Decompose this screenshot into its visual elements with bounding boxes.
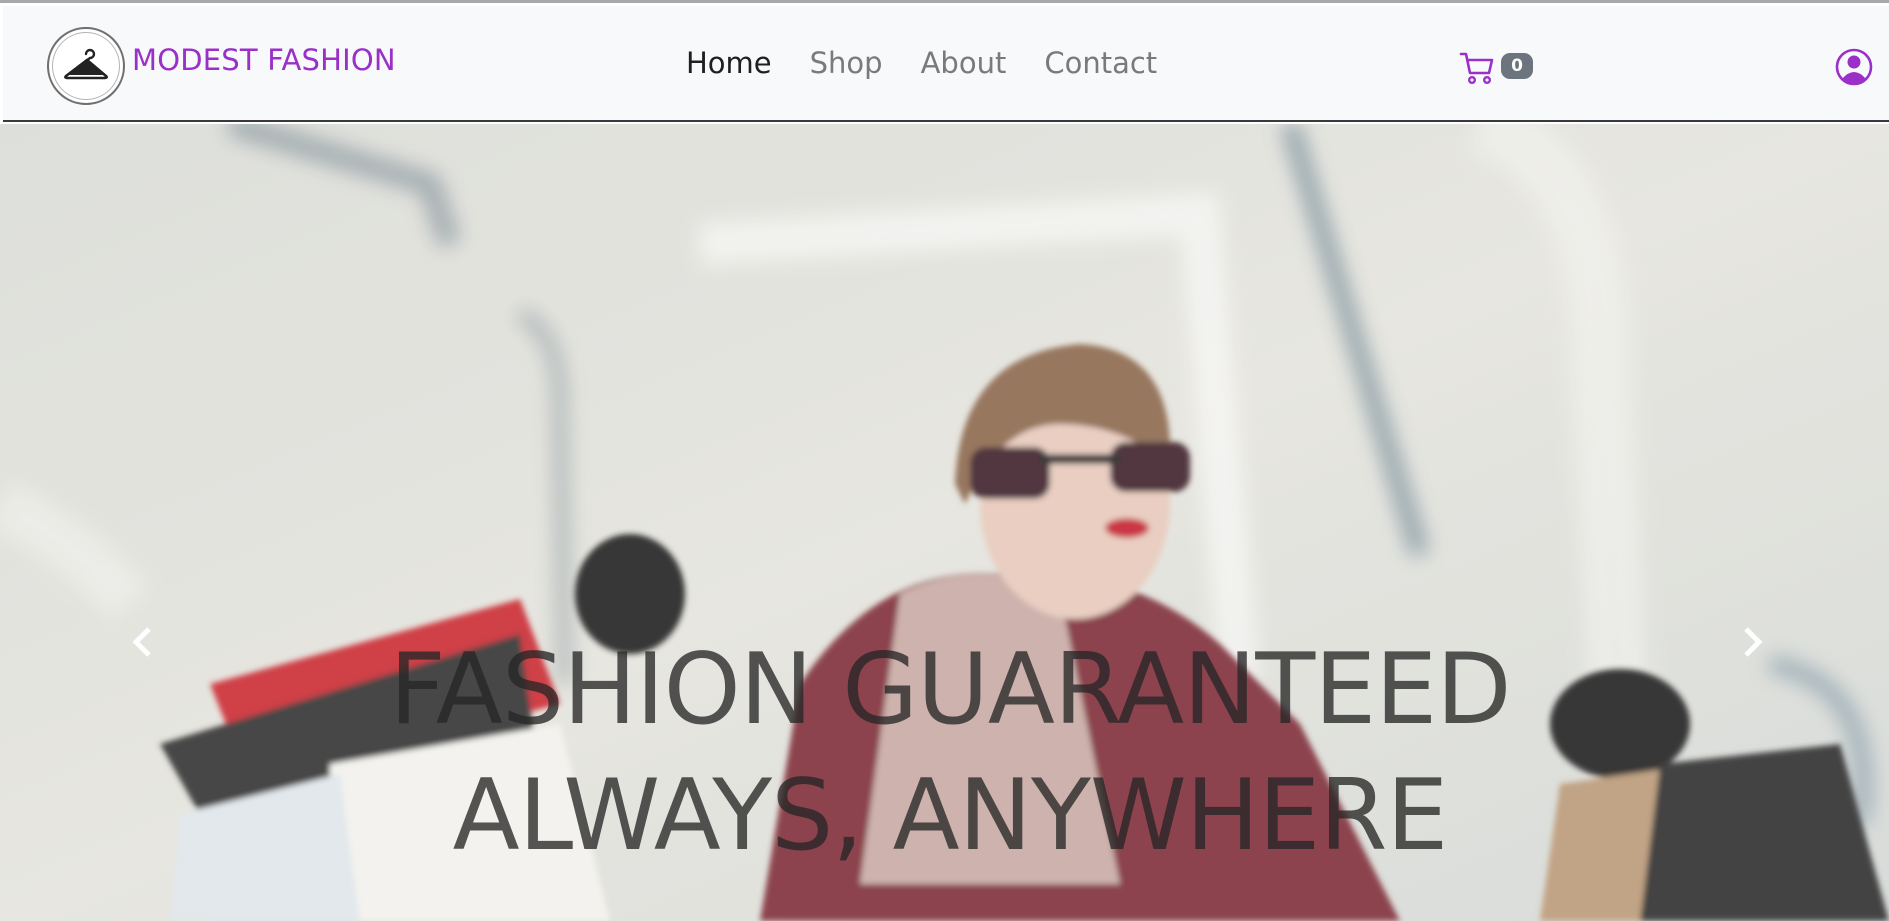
brand-name: MODEST FASHION — [132, 43, 396, 77]
navbar: MODEST FASHION Home Shop About Contact 0 — [3, 6, 1889, 122]
brand-link[interactable]: MODEST FASHION — [47, 27, 396, 105]
cart-icon — [1459, 51, 1495, 89]
hero-caption: FASHION GUARANTEED ALWAYS, ANYWHERE — [389, 633, 1511, 873]
chevron-left-icon — [131, 626, 153, 662]
page: MODEST FASHION Home Shop About Contact 0 — [0, 0, 1889, 921]
nav-home[interactable]: Home — [683, 46, 791, 80]
cart-button[interactable]: 0 — [1459, 51, 1533, 89]
nav-shop[interactable]: Shop — [791, 46, 902, 80]
user-circle-icon — [1835, 48, 1873, 90]
hero-carousel: FASHION GUARANTEED ALWAYS, ANYWHERE — [0, 124, 1889, 921]
hanger-icon — [47, 27, 125, 105]
nav-contact[interactable]: Contact — [1025, 46, 1176, 80]
chevron-right-icon — [1742, 626, 1764, 662]
user-account-button[interactable] — [1835, 48, 1873, 86]
carousel-prev-button[interactable] — [122, 614, 162, 674]
nav-about[interactable]: About — [902, 46, 1026, 80]
main-nav: Home Shop About Contact — [683, 46, 1176, 80]
cart-count-badge: 0 — [1501, 53, 1533, 79]
carousel-next-button[interactable] — [1733, 614, 1773, 674]
